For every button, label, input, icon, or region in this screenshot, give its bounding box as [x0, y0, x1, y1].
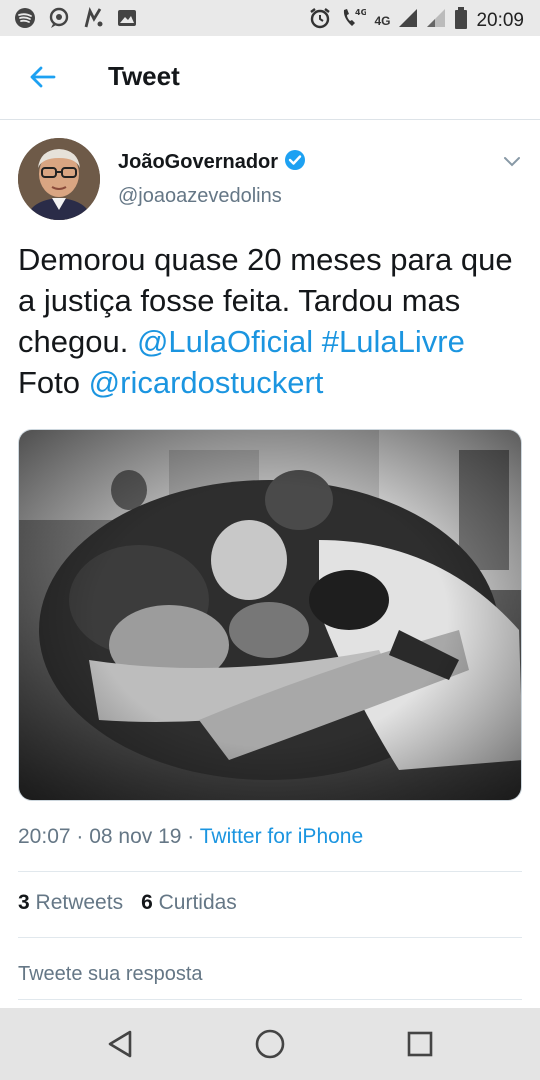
svg-text:4G: 4G	[355, 8, 366, 17]
status-right-icons: 4G 4G 20:09	[308, 6, 524, 35]
clock: 20:09	[476, 9, 524, 31]
likes-stat[interactable]: 6 Curtidas	[141, 891, 237, 915]
user-name-row[interactable]: JoãoGovernador	[118, 149, 306, 176]
missed-call-icon	[82, 6, 104, 34]
avatar[interactable]	[18, 138, 100, 220]
tweet-text: Demorou quase 20 meses para que a justiç…	[18, 239, 522, 403]
nav-recents-button[interactable]	[404, 1028, 436, 1060]
triangle-back-icon	[104, 1030, 136, 1064]
signal-icon	[398, 8, 418, 33]
tweet-photo[interactable]	[18, 429, 522, 801]
user-handle[interactable]: @joaoazevedolins	[118, 185, 282, 208]
hashtag-link[interactable]: #LulaLivre	[322, 324, 465, 359]
chat-icon	[48, 7, 70, 34]
likes-count: 6	[141, 891, 153, 914]
mention-link[interactable]: @LulaOficial	[137, 324, 313, 359]
image-icon	[116, 7, 138, 34]
chevron-down-icon	[500, 157, 524, 177]
retweets-count: 3	[18, 891, 30, 914]
alarm-icon	[308, 6, 332, 35]
mention-link[interactable]: @ricardostuckert	[89, 365, 324, 400]
app-header: Tweet	[0, 36, 540, 120]
signal-weak-icon	[426, 8, 446, 33]
back-arrow-icon	[28, 65, 56, 94]
status-left-icons	[14, 6, 138, 34]
back-button[interactable]	[22, 62, 62, 96]
display-name[interactable]: JoãoGovernador	[118, 151, 278, 174]
tweet-meta: 20:07 · 08 nov 19 · Twitter for iPhone	[18, 825, 363, 849]
page-title: Tweet	[108, 61, 180, 91]
tweet-text-part: Foto	[18, 365, 89, 400]
system-nav-bar	[0, 1008, 540, 1080]
retweets-label: Retweets	[35, 891, 124, 914]
nav-back-button[interactable]	[104, 1028, 136, 1060]
timestamp: 20:07 · 08 nov 19 ·	[18, 825, 200, 848]
spotify-icon	[14, 7, 36, 34]
nav-home-button[interactable]	[254, 1028, 286, 1060]
volte-call-icon: 4G	[340, 6, 368, 35]
divider	[18, 871, 522, 872]
tweet-stats: 3 Retweets 6 Curtidas	[18, 891, 237, 915]
verified-badge-icon	[284, 149, 306, 176]
source-link[interactable]: Twitter for iPhone	[200, 825, 363, 848]
tweet-options-button[interactable]	[500, 149, 524, 173]
circle-home-icon	[254, 1029, 286, 1064]
divider	[18, 999, 522, 1000]
battery-icon	[454, 7, 468, 34]
status-bar: 4G 4G 20:09	[0, 0, 540, 36]
likes-label: Curtidas	[158, 891, 237, 914]
divider	[18, 937, 522, 938]
retweets-stat[interactable]: 3 Retweets	[18, 891, 123, 915]
network-type-label: 4G	[374, 13, 391, 28]
square-recents-icon	[404, 1031, 436, 1064]
reply-input[interactable]: Tweete sua resposta	[18, 963, 203, 986]
